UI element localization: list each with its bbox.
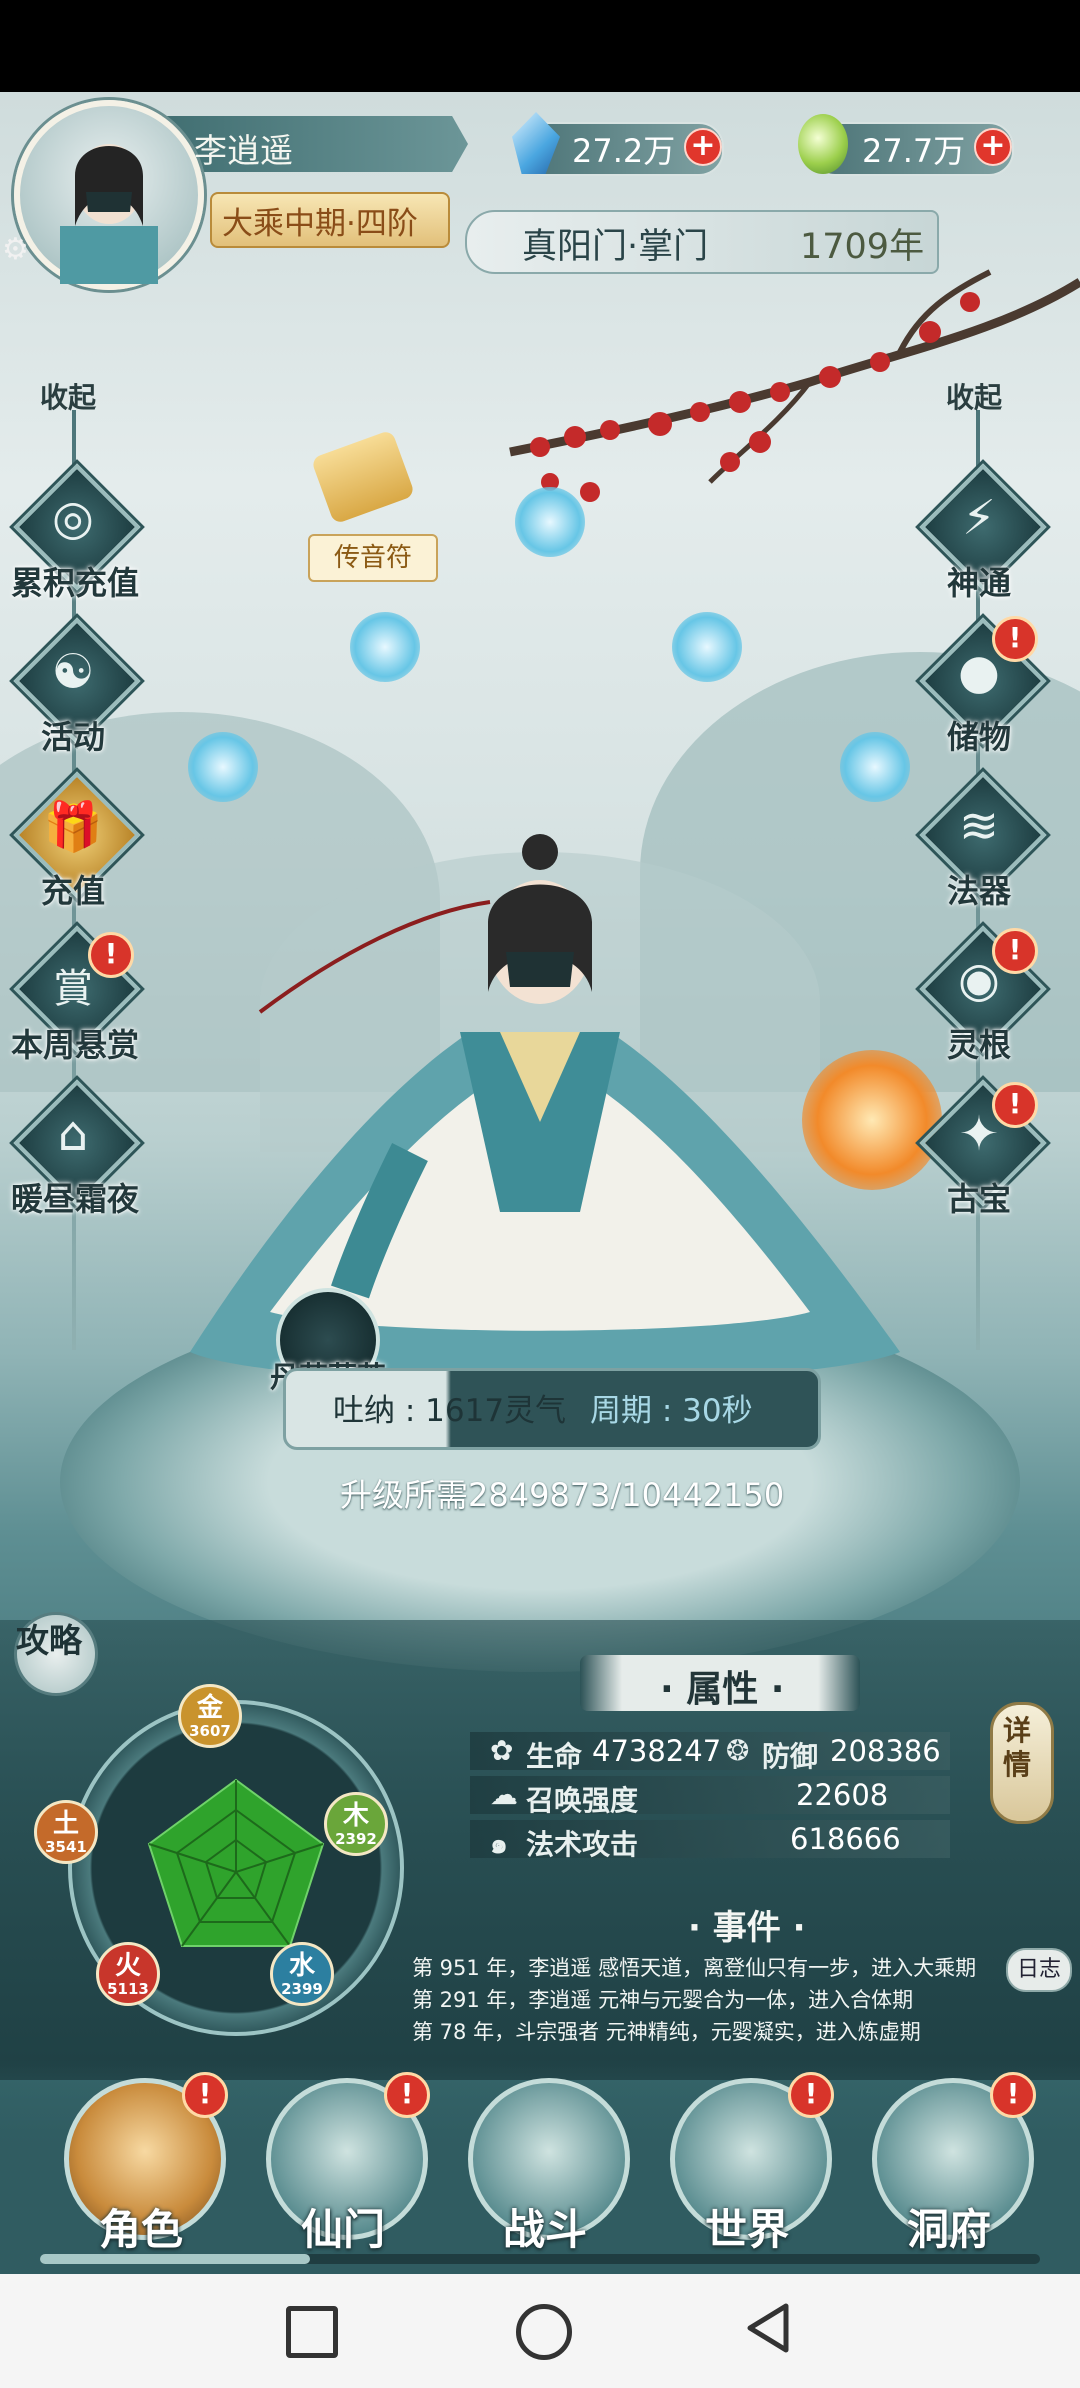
alert-badge: ! <box>182 2072 228 2118</box>
details-label: 详情 <box>1003 1714 1032 1781</box>
spirit-orb[interactable] <box>515 487 585 557</box>
hp-icon: ✿ <box>490 1734 514 1767</box>
element-water-value: 2399 <box>281 1980 323 1998</box>
menu-label: 储物 <box>946 718 1011 756</box>
spirit-orb[interactable] <box>672 612 742 682</box>
nav-label: 仙门 <box>300 2205 385 2254</box>
add-jade-button[interactable]: + <box>974 128 1012 166</box>
menu-label: 灵根 <box>946 1026 1011 1064</box>
event-line: 第 951 年，李逍遥 感悟天道，离登仙只有一步，进入大乘期 <box>412 1956 977 1980</box>
log-button[interactable]: 日志 <box>1006 1948 1072 1992</box>
alert-badge: ! <box>788 2072 834 2118</box>
defense-icon: ❂ <box>726 1734 750 1767</box>
hp-label: 生命 <box>526 1740 583 1773</box>
menu-label: 累积充值 <box>10 564 139 602</box>
realm-text: 大乘中期·四阶 <box>222 206 418 242</box>
defense-value: 208386 <box>830 1734 941 1768</box>
alert-badge: ! <box>384 2072 430 2118</box>
element-wood-name: 木 <box>342 1801 369 1831</box>
attributes-title: · 属性 · <box>660 1669 785 1710</box>
scroll-icon[interactable] <box>310 429 416 525</box>
right-collapse-button[interactable]: 收起 <box>946 376 1002 416</box>
element-earth-value: 3541 <box>45 1838 87 1856</box>
spell-label: 法术攻击 <box>526 1828 639 1861</box>
element-fire[interactable]: 火 5113 <box>96 1942 160 2006</box>
artifact-icon: ≋ <box>958 798 1000 854</box>
coin-plus-icon: ◎ <box>52 490 94 546</box>
menu-label: 神通 <box>946 564 1011 602</box>
element-earth[interactable]: 土 3541 <box>34 1800 98 1864</box>
alert-badge: ! <box>88 932 134 978</box>
settings-gear-icon[interactable]: ⚙ <box>2 232 29 267</box>
spirit-stone-value: 27.2万 <box>572 132 676 170</box>
menu-label: 充值 <box>40 872 105 910</box>
menu-label: 法器 <box>946 872 1011 910</box>
element-earth-name: 土 <box>52 1809 79 1839</box>
alert-badge: ! <box>992 616 1038 662</box>
house-icon: ⌂ <box>57 1106 89 1162</box>
nav-label: 战斗 <box>502 2205 587 2254</box>
nav-label: 世界 <box>704 2205 789 2254</box>
skill-icon: ⚡ <box>962 490 996 546</box>
alert-badge: ! <box>992 1082 1038 1128</box>
menu-label: 暖昼霜夜 <box>10 1180 139 1218</box>
gift-icon: 🎁 <box>43 799 103 855</box>
spell-icon: ๑ <box>490 1827 508 1860</box>
element-fire-name: 火 <box>114 1951 141 1981</box>
player-name: 李逍遥 <box>194 131 293 170</box>
spirit-orb[interactable] <box>350 612 420 682</box>
home-icon[interactable] <box>516 2304 572 2360</box>
add-spirit-stone-button[interactable]: + <box>684 128 722 166</box>
breath-text: 吐纳 : 1617灵气 <box>333 1393 567 1429</box>
nav-label: 洞府 <box>906 2205 991 2254</box>
element-wood-value: 2392 <box>335 1830 377 1848</box>
event-line: 第 291 年，李逍遥 元神与元婴合为一体，进入合体期 <box>412 1988 914 2012</box>
nav-label: 角色 <box>98 2205 183 2254</box>
upgrade-requirement: 升级所需2849873/10442150 <box>340 1476 785 1514</box>
element-metal-name: 金 <box>196 1693 223 1723</box>
scroll-label[interactable]: 传音符 <box>308 534 438 582</box>
jade-value: 27.7万 <box>862 132 966 170</box>
nav-scroll-thumb[interactable] <box>40 2254 310 2264</box>
event-line: 第 78 年，斗宗强者 元神精纯，元婴凝实，进入炼虚期 <box>412 2020 921 2044</box>
element-fire-value: 5113 <box>107 1980 149 1998</box>
summon-value: 22608 <box>796 1778 889 1812</box>
taiji-icon: ☯ <box>51 644 95 700</box>
element-wood[interactable]: 木 2392 <box>324 1792 388 1856</box>
events-title: · 事件 · <box>688 1908 806 1948</box>
summon-icon: ☁ <box>490 1778 518 1811</box>
jade-icon <box>798 114 848 174</box>
avatar[interactable] <box>14 100 204 290</box>
spell-value: 618666 <box>790 1822 901 1856</box>
left-collapse-button[interactable]: 收起 <box>40 376 96 416</box>
menu-label: 活动 <box>40 718 105 756</box>
summon-label: 召唤强度 <box>526 1784 639 1817</box>
recents-icon[interactable] <box>286 2306 338 2358</box>
sect-text: 真阳门·掌门 <box>522 227 709 267</box>
defense-label: 防御 <box>762 1740 819 1773</box>
alert-badge: ! <box>990 2072 1036 2118</box>
element-water-name: 水 <box>288 1951 315 1981</box>
hp-value: 4738247 <box>592 1734 722 1768</box>
alert-badge: ! <box>992 928 1038 974</box>
cycle-text: 周期 : 30秒 <box>590 1393 753 1429</box>
element-metal[interactable]: 金 3607 <box>178 1684 242 1748</box>
guide-label: 攻略 <box>16 1621 82 1660</box>
age-text: 1709年 <box>800 227 925 267</box>
phoenix-icon[interactable] <box>802 1050 942 1190</box>
element-water[interactable]: 水 2399 <box>270 1942 334 2006</box>
element-metal-value: 3607 <box>189 1722 231 1740</box>
menu-label: 本周悬赏 <box>10 1026 139 1064</box>
menu-label: 古宝 <box>946 1180 1011 1218</box>
avatar-portrait <box>60 144 158 286</box>
status-bar <box>0 0 1080 92</box>
back-icon[interactable] <box>742 2300 792 2356</box>
